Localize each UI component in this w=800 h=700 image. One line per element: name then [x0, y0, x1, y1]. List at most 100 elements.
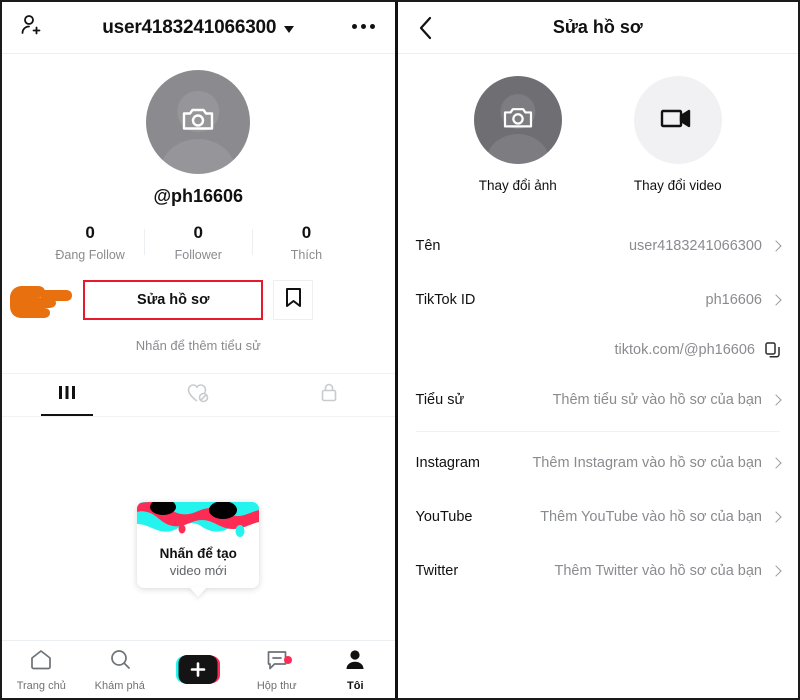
- tab-private[interactable]: [264, 374, 395, 416]
- change-video-button[interactable]: Thay đổi video: [633, 76, 722, 193]
- create-video-text: Nhấn để tạo video mới: [137, 542, 259, 588]
- chevron-right-icon: [770, 511, 782, 523]
- edit-profile-label: Sửa hồ sơ: [137, 292, 210, 308]
- chevron-down-icon: [284, 25, 295, 33]
- profile-icon: [343, 648, 367, 676]
- change-video-circle: [633, 76, 722, 164]
- bio-hint[interactable]: Nhấn để thêm tiểu sử: [2, 338, 395, 353]
- field-row-youtube[interactable]: YouTube Thêm YouTube vào hồ sơ của bạn: [416, 490, 782, 544]
- video-camera-icon: [660, 105, 696, 136]
- field-value: Thêm Twitter vào hồ sơ của bạn: [554, 563, 762, 579]
- edit-profile-panel: Sửa hồ sơ Thay đổi ảnh Thay đổi video Tê…: [397, 2, 799, 698]
- nav-item-home[interactable]: Trang chủ: [2, 648, 81, 692]
- profile-panel: user4183241066300 @ph16606 0 Đang Follow…: [2, 2, 398, 698]
- profile-tabs: [2, 373, 395, 417]
- camera-icon: [181, 106, 215, 139]
- field-label: TikTok ID: [415, 292, 476, 308]
- more-options-icon[interactable]: [351, 24, 375, 29]
- tiktok-blob-artwork: [137, 502, 260, 542]
- chevron-right-icon: [770, 394, 782, 406]
- stat-value: 0: [301, 223, 312, 242]
- profile-actions: Sửa hồ sơ: [2, 280, 395, 320]
- bookmark-icon: [285, 287, 302, 313]
- nav-label: Trang chủ: [16, 679, 66, 692]
- avatar[interactable]: [146, 70, 251, 174]
- create-video-card[interactable]: Nhấn để tạo video mới: [137, 502, 260, 597]
- profile-fields-list: Tên user4183241066300 TikTok ID ph16606 …: [398, 219, 799, 598]
- chevron-right-icon: [770, 240, 782, 252]
- field-value: Thêm YouTube vào hồ sơ của bạn: [540, 509, 762, 525]
- change-photo-label: Thay đổi ảnh: [478, 178, 557, 193]
- field-row-tiktok-id[interactable]: TikTok ID ph16606: [415, 273, 782, 327]
- create-plus-icon: [176, 655, 221, 684]
- media-change-row: Thay đổi ảnh Thay đổi video: [398, 76, 799, 193]
- back-chevron-icon[interactable]: [418, 16, 434, 45]
- avatar-container: [2, 70, 395, 174]
- stat-following[interactable]: 0 Đang Follow: [36, 223, 144, 262]
- chevron-right-icon: [770, 457, 782, 469]
- section-divider: [415, 431, 780, 432]
- change-photo-avatar: [473, 76, 562, 164]
- tab-liked[interactable]: [133, 374, 264, 416]
- profile-handle: @ph16606: [153, 186, 244, 206]
- copy-icon[interactable]: [765, 342, 780, 358]
- tab-posts[interactable]: [2, 374, 133, 416]
- field-row-profile-url[interactable]: tiktok.com/@ph16606: [416, 327, 781, 373]
- bottom-navigation: Trang chủ Khám phá Hộp thư Tôi: [2, 640, 395, 698]
- create-video-line2: video mới: [169, 563, 227, 578]
- camera-icon: [502, 105, 534, 136]
- avatar-silhouette-body: [486, 134, 550, 164]
- field-label: Instagram: [415, 455, 480, 471]
- heart-off-icon: [186, 382, 210, 409]
- lock-icon: [320, 382, 338, 408]
- nav-item-inbox[interactable]: Hộp thư: [238, 648, 317, 692]
- app-screenshot: user4183241066300 @ph16606 0 Đang Follow…: [0, 0, 800, 700]
- field-label: Tiểu sử: [415, 392, 465, 408]
- page-title: user4183241066300: [102, 16, 277, 38]
- stat-value: 0: [193, 223, 203, 242]
- inbox-badge: [284, 655, 292, 664]
- avatar-silhouette-body: [160, 138, 236, 174]
- field-row-twitter[interactable]: Twitter Thêm Twitter vào hồ sơ của bạn: [415, 544, 782, 598]
- field-row-instagram[interactable]: Instagram Thêm Instagram vào hồ sơ của b…: [415, 436, 782, 490]
- field-value: ph16606: [705, 292, 762, 308]
- field-row-name[interactable]: Tên user4183241066300: [415, 219, 782, 273]
- edit-profile-header: Sửa hồ sơ: [397, 2, 798, 54]
- profile-username-dropdown[interactable]: user4183241066300: [2, 17, 395, 39]
- nav-label: Khám phá: [94, 679, 145, 692]
- field-row-bio[interactable]: Tiểu sử Thêm tiểu sử vào hồ sơ của bạn: [415, 373, 782, 427]
- stat-followers[interactable]: 0 Follower: [144, 223, 252, 262]
- field-label: Twitter: [415, 563, 459, 579]
- profile-header: user4183241066300: [2, 2, 395, 54]
- stat-label: Thích: [290, 248, 323, 262]
- change-photo-button[interactable]: Thay đổi ảnh: [473, 76, 562, 193]
- search-icon: [108, 648, 132, 676]
- tooltip-pointer: [189, 587, 208, 597]
- stat-likes[interactable]: 0 Thích: [252, 223, 360, 262]
- grid-posts-icon: [57, 384, 77, 407]
- add-user-icon[interactable]: [20, 13, 44, 42]
- edit-profile-title: Sửa hồ sơ: [552, 17, 643, 37]
- edit-profile-button[interactable]: Sửa hồ sơ: [83, 280, 264, 320]
- nav-item-create[interactable]: [159, 655, 238, 684]
- bookmark-button[interactable]: [273, 280, 314, 320]
- change-video-label: Thay đổi video: [633, 178, 722, 193]
- nav-item-discover[interactable]: Khám phá: [81, 648, 160, 692]
- nav-label: Hộp thư: [256, 679, 297, 692]
- pointing-hand-icon: [8, 278, 88, 335]
- nav-label: Tôi: [347, 679, 364, 692]
- chevron-right-icon: [770, 565, 782, 577]
- field-value: user4183241066300: [628, 238, 762, 254]
- home-icon: [29, 648, 53, 676]
- field-value: Thêm Instagram vào hồ sơ của bạn: [532, 455, 762, 471]
- field-label: Tên: [415, 238, 441, 254]
- field-value: tiktok.com/@ph16606: [614, 342, 755, 358]
- nav-item-profile[interactable]: Tôi: [316, 648, 395, 692]
- stat-label: Đang Follow: [55, 248, 125, 262]
- create-video-tooltip: Nhấn để tạo video mới: [2, 502, 395, 597]
- stat-label: Follower: [174, 248, 222, 262]
- create-video-line1: Nhấn để tạo: [159, 546, 237, 561]
- stat-value: 0: [85, 223, 95, 242]
- chevron-right-icon: [770, 294, 782, 306]
- field-value: Thêm tiểu sử vào hồ sơ của bạn: [552, 392, 762, 408]
